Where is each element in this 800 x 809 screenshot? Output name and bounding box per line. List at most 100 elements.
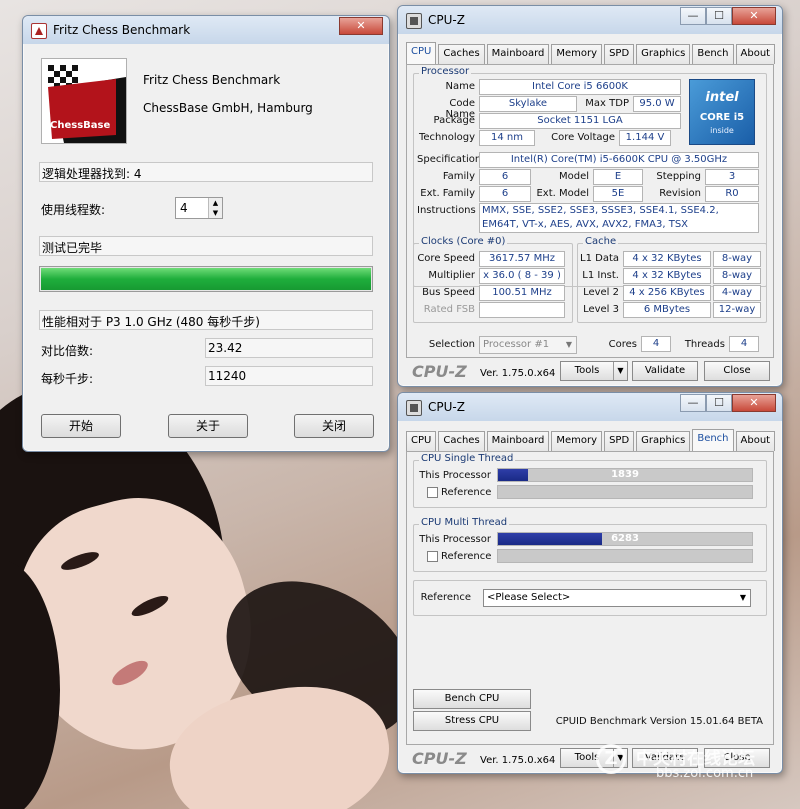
l1inst-value: 4 x 32 KBytes	[623, 268, 711, 284]
tab-cpu[interactable]: CPU	[406, 42, 437, 64]
tab-memory[interactable]: Memory	[551, 431, 603, 451]
tab-about[interactable]: About	[735, 431, 776, 451]
tab-cpu[interactable]: CPU	[406, 431, 437, 451]
threads-spinbox-value: 4	[180, 201, 188, 215]
cpuz-version: Ver. 1.75.0.x64	[480, 755, 556, 766]
status-field: 测试已完毕	[39, 236, 373, 256]
selection-label: Selection	[428, 339, 475, 350]
tab-memory[interactable]: Memory	[551, 44, 603, 64]
maximize-icon[interactable]: ☐	[706, 394, 732, 412]
progress-bar-fill	[41, 268, 371, 290]
extfamily-label: Ext. Family	[420, 188, 475, 199]
multi-reference-checkbox[interactable]	[427, 551, 438, 562]
close-icon[interactable]: ✕	[732, 7, 776, 25]
tab-graphics[interactable]: Graphics	[636, 44, 691, 64]
tab-graphics[interactable]: Graphics	[636, 431, 691, 451]
fritz-titlebar[interactable]: Fritz Chess Benchmark ✕	[23, 16, 389, 44]
model-label: Model	[558, 171, 589, 182]
close-icon[interactable]: ✕	[732, 394, 776, 412]
tab-mainboard[interactable]: Mainboard	[486, 44, 550, 64]
tools-button[interactable]: Tools ▼	[560, 361, 628, 381]
intel-logo-top: intel	[705, 90, 739, 105]
tab-spd[interactable]: SPD	[604, 44, 635, 64]
company-name: ChessBase GmbH, Hamburg	[143, 101, 313, 115]
reference-select[interactable]: <Please Select> ▼	[483, 589, 751, 607]
relative-performance-field: 性能相对于 P3 1.0 GHz (480 每秒千步)	[39, 310, 373, 330]
threads-label: 使用线程数:	[41, 203, 106, 217]
maxtdp-label: Max TDP	[585, 98, 629, 109]
level2-value: 4 x 256 KBytes	[623, 285, 711, 301]
extmodel-value: 5E	[593, 186, 643, 202]
spin-up-icon[interactable]: ▲	[208, 198, 222, 208]
processor-group-label: Processor	[419, 66, 472, 77]
l1data-value: 4 x 32 KBytes	[623, 251, 711, 267]
kns-field: 11240	[205, 366, 373, 386]
minimize-icon[interactable]: —	[680, 394, 706, 412]
relative-performance-text: 性能相对于 P3 1.0 GHz (480 每秒千步)	[42, 315, 260, 329]
package-label: Package	[433, 115, 475, 126]
l1inst-label: L1 Inst.	[582, 270, 619, 281]
tab-mainboard[interactable]: Mainboard	[486, 431, 550, 451]
minimize-icon[interactable]: —	[680, 7, 706, 25]
tab-bench[interactable]: Bench	[692, 429, 734, 451]
close-window-button[interactable]: ✕	[339, 17, 383, 35]
cpuz-bench-panel: CPU Single Thread This Processor 1839 Re…	[406, 451, 774, 745]
watermark-text-url: bbs.zol.com.cn	[656, 766, 754, 781]
reference-label: Reference	[420, 592, 471, 603]
package-value: Socket 1151 LGA	[479, 113, 681, 129]
clocks-group-label: Clocks (Core #0)	[419, 236, 508, 247]
tools-button-label: Tools	[574, 365, 600, 376]
single-this-label: This Processor	[419, 470, 491, 481]
stress-cpu-button[interactable]: Stress CPU	[413, 711, 531, 731]
busspeed-label: Bus Speed	[422, 287, 475, 298]
corevoltage-label: Core Voltage	[551, 132, 615, 143]
model-value: E	[593, 169, 643, 185]
cpuz-cpu-titlebar[interactable]: CPU-Z — ☐ ✕	[398, 6, 782, 34]
level3-value: 6 MBytes	[623, 302, 711, 318]
forum-watermark: Z 中关村在线论坛 bbs.zol.com.cn	[596, 740, 796, 786]
bench-cpu-button[interactable]: Bench CPU	[413, 689, 531, 709]
threads-spinbox[interactable]: 4 ▲ ▼	[175, 197, 223, 219]
family-label: Family	[442, 171, 475, 182]
level3-label: Level 3	[583, 304, 619, 315]
watermark-logo-icon: Z	[596, 744, 626, 774]
kns-label: 每秒千步:	[41, 372, 94, 386]
instructions-label: Instructions	[417, 205, 476, 216]
l1data-way: 8-way	[713, 251, 761, 267]
tab-about[interactable]: About	[735, 44, 776, 64]
close-button[interactable]: 关闭	[294, 414, 374, 438]
cpuz-app-icon	[406, 13, 422, 29]
l1data-label: L1 Data	[580, 253, 619, 264]
processor-select-value: Processor #1	[483, 339, 550, 350]
cpuz-bench-titlebar[interactable]: CPU-Z — ☐ ✕	[398, 393, 782, 421]
tab-caches[interactable]: Caches	[438, 431, 485, 451]
validate-button[interactable]: Validate	[632, 361, 698, 381]
technology-value: 14 nm	[479, 130, 535, 146]
extfamily-value: 6	[479, 186, 531, 202]
cpuz-cpu-panel: Processor Name Intel Core i5 6600K Code …	[406, 64, 774, 358]
close-button-cpuz[interactable]: Close	[704, 361, 770, 381]
single-reference-checkbox[interactable]	[427, 487, 438, 498]
fritz-window-title: Fritz Chess Benchmark	[53, 23, 191, 37]
multi-this-label: This Processor	[419, 534, 491, 545]
spin-down-icon[interactable]: ▼	[208, 208, 222, 218]
multiplier-value: x 36.0 ( 8 - 39 )	[479, 268, 565, 284]
tab-caches[interactable]: Caches	[438, 44, 485, 64]
extmodel-label: Ext. Model	[536, 188, 589, 199]
processor-select[interactable]: Processor #1 ▼	[479, 336, 577, 354]
stepping-value: 3	[705, 169, 759, 185]
spec-value: Intel(R) Core(TM) i5-6600K CPU @ 3.50GHz	[479, 152, 759, 168]
stepping-label: Stepping	[656, 171, 701, 182]
processors-found-field: 逻辑处理器找到: 4	[39, 162, 373, 182]
tab-spd[interactable]: SPD	[604, 431, 635, 451]
chevron-down-icon: ▼	[739, 593, 747, 602]
single-reference-label: Reference	[441, 487, 492, 498]
cpuz-bench-app-icon	[406, 400, 422, 416]
tab-bench[interactable]: Bench	[692, 44, 734, 64]
maximize-icon[interactable]: ☐	[706, 7, 732, 25]
status-text: 测试已完毕	[42, 241, 103, 255]
multiplier-label: Multiplier	[428, 270, 475, 281]
revision-value: R0	[705, 186, 759, 202]
start-button[interactable]: 开始	[41, 414, 121, 438]
about-button[interactable]: 关于	[168, 414, 248, 438]
